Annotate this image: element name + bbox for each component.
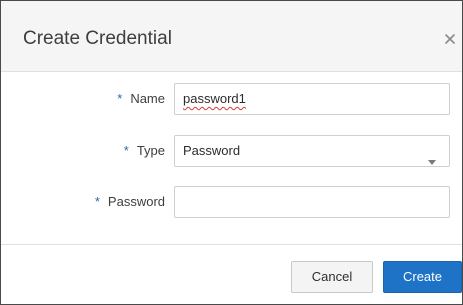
chevron-down-icon bbox=[427, 148, 437, 165]
type-select-value: Password bbox=[183, 143, 241, 158]
name-input[interactable]: password1 bbox=[174, 83, 450, 115]
name-label-text: Name bbox=[130, 91, 165, 106]
password-field-label: * Password bbox=[95, 194, 165, 210]
dialog-title: Create Credential bbox=[23, 28, 172, 49]
dialog-header: Create Credential bbox=[1, 1, 462, 71]
cancel-button[interactable]: Cancel bbox=[291, 261, 373, 293]
required-marker: * bbox=[123, 143, 129, 158]
create-button[interactable]: Create bbox=[383, 261, 462, 293]
password-label-text: Password bbox=[107, 194, 165, 209]
required-marker: * bbox=[94, 194, 100, 209]
type-field-label: * Type bbox=[124, 143, 165, 159]
footer-divider bbox=[1, 244, 462, 245]
type-select[interactable]: Password bbox=[174, 135, 450, 167]
header-divider bbox=[1, 71, 462, 72]
password-input[interactable] bbox=[174, 186, 450, 218]
close-icon-glyph bbox=[445, 34, 455, 44]
type-label-text: Type bbox=[136, 143, 165, 158]
chevron-down-glyph bbox=[428, 160, 436, 165]
required-marker: * bbox=[117, 91, 123, 106]
name-field-label: * Name bbox=[117, 91, 165, 107]
name-input-value: password1 bbox=[183, 91, 246, 106]
close-icon[interactable] bbox=[442, 31, 458, 47]
create-credential-dialog: Create Credential * Name password1 * Type … bbox=[0, 0, 463, 305]
